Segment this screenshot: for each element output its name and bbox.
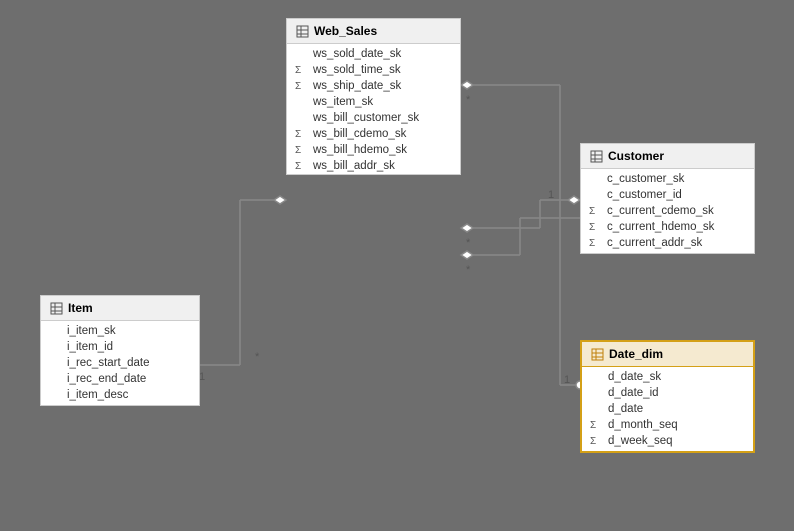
customer-title: Customer: [608, 149, 664, 163]
field-row: c_customer_id: [581, 187, 754, 203]
field-row: i_rec_start_date: [41, 355, 199, 371]
table-icon: [295, 24, 309, 38]
field-row: i_item_id: [41, 339, 199, 355]
field-row: Σws_bill_addr_sk: [287, 158, 460, 174]
svg-text:*: *: [466, 94, 471, 106]
web-sales-title: Web_Sales: [314, 24, 377, 38]
svg-text:*: *: [466, 264, 471, 276]
table-icon: [49, 301, 63, 315]
date-dim-body[interactable]: d_date_sk d_date_id d_date Σd_month_seq …: [582, 367, 753, 451]
field-row: i_rec_end_date: [41, 371, 199, 387]
field-row: i_item_sk: [41, 323, 199, 339]
field-row: Σc_current_hdemo_sk: [581, 219, 754, 235]
customer-body[interactable]: c_customer_sk c_customer_id Σc_current_c…: [581, 169, 754, 253]
field-row: Σd_week_seq: [582, 433, 753, 449]
field-row: d_date_sk: [582, 369, 753, 385]
field-row: Σd_month_seq: [582, 417, 753, 433]
date-dim-header: Date_dim: [582, 342, 753, 367]
svg-text:*: *: [466, 237, 471, 249]
web-sales-header: Web_Sales: [287, 19, 460, 44]
field-row: c_customer_sk: [581, 171, 754, 187]
table-icon: [590, 347, 604, 361]
item-header: Item: [41, 296, 199, 321]
field-row: ws_item_sk: [287, 94, 460, 110]
table-icon: [589, 149, 603, 163]
svg-text:*: *: [255, 351, 260, 363]
web-sales-body[interactable]: ws_sold_date_sk Σws_sold_time_sk Σws_shi…: [287, 44, 460, 174]
customer-header: Customer: [581, 144, 754, 169]
field-row: Σws_bill_hdemo_sk: [287, 142, 460, 158]
item-title: Item: [68, 301, 93, 315]
field-row: d_date: [582, 401, 753, 417]
customer-table[interactable]: Customer c_customer_sk c_customer_id Σc_…: [580, 143, 755, 254]
field-row: d_date_id: [582, 385, 753, 401]
field-row: Σws_bill_cdemo_sk: [287, 126, 460, 142]
field-row: Σc_current_cdemo_sk: [581, 203, 754, 219]
item-body[interactable]: i_item_sk i_item_id i_rec_start_date i_r…: [41, 321, 199, 405]
svg-text:1: 1: [564, 374, 570, 386]
field-row: ws_sold_date_sk: [287, 46, 460, 62]
field-row: ws_bill_customer_sk: [287, 110, 460, 126]
date-dim-table[interactable]: Date_dim d_date_sk d_date_id d_date Σd_m…: [580, 340, 755, 453]
item-table[interactable]: Item i_item_sk i_item_id i_rec_start_dat…: [40, 295, 200, 406]
field-row: Σc_current_addr_sk: [581, 235, 754, 251]
field-row: Σws_ship_date_sk: [287, 78, 460, 94]
field-row: i_item_desc: [41, 387, 199, 403]
svg-text:1: 1: [548, 189, 554, 201]
field-row: Σws_sold_time_sk: [287, 62, 460, 78]
web-sales-table[interactable]: Web_Sales ws_sold_date_sk Σws_sold_time_…: [286, 18, 461, 175]
date-dim-title: Date_dim: [609, 347, 663, 361]
